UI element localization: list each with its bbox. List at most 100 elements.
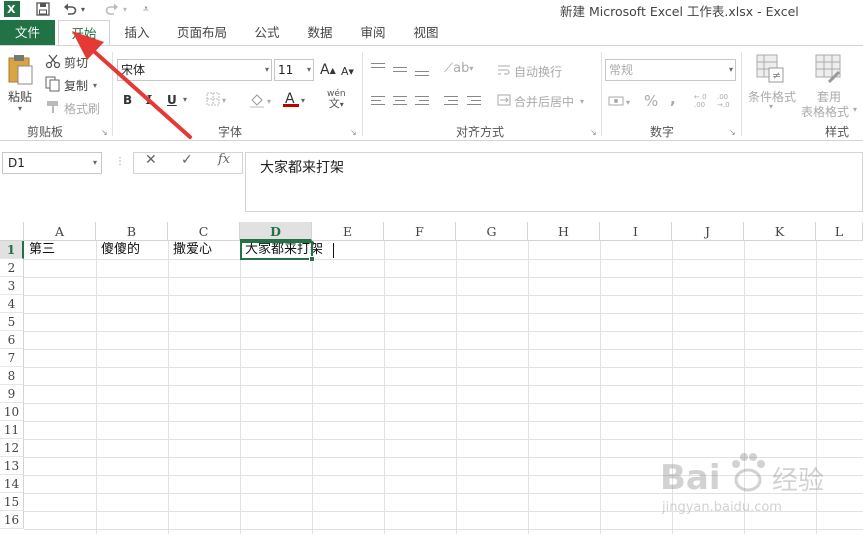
number-launcher-icon[interactable]: ↘ [729, 128, 736, 137]
undo-dropdown-icon[interactable]: ▾ [78, 1, 88, 17]
decrease-indent-icon[interactable] [444, 96, 460, 108]
column-header-K[interactable]: K [744, 222, 816, 241]
column-header-H[interactable]: H [528, 222, 600, 241]
column-header-I[interactable]: I [600, 222, 672, 241]
row-header-9[interactable]: 9 [0, 385, 24, 403]
tab-file[interactable]: 文件 [0, 20, 55, 45]
tab-formulas[interactable]: 公式 [248, 20, 286, 45]
tab-data[interactable]: 数据 [301, 20, 339, 45]
percent-button[interactable]: % [644, 92, 658, 110]
font-name-select[interactable]: 宋体 ▾ [117, 59, 272, 81]
italic-button[interactable]: I [146, 93, 152, 107]
increase-decimal-button[interactable]: ←.0 .00 [694, 93, 712, 109]
column-header-D[interactable]: D [240, 222, 312, 241]
comma-button[interactable]: , [670, 90, 676, 108]
row-header-6[interactable]: 6 [0, 331, 24, 349]
font-size-select[interactable]: 11 ▾ [274, 59, 314, 81]
column-header-J[interactable]: J [672, 222, 744, 241]
copy-dropdown-icon[interactable]: ▾ [93, 81, 97, 90]
wrap-text-button[interactable]: 自动换行 [497, 63, 562, 80]
save-icon[interactable] [34, 1, 52, 17]
fill-handle[interactable] [309, 256, 315, 262]
cancel-icon[interactable]: ✕ [145, 152, 157, 168]
row-header-1[interactable]: 1 [0, 241, 24, 259]
redo-icon[interactable] [104, 1, 120, 17]
underline-dropdown-icon[interactable]: ▾ [183, 95, 187, 104]
row-header-7[interactable]: 7 [0, 349, 24, 367]
tab-page-layout[interactable]: 页面布局 [171, 20, 233, 45]
fill-color-button[interactable]: ▾ [249, 92, 271, 111]
cell-B1[interactable]: 傻傻的 [97, 241, 140, 259]
row-header-2[interactable]: 2 [0, 259, 24, 277]
bold-button[interactable]: B [123, 93, 132, 107]
paste-button[interactable] [6, 54, 34, 89]
row-header-4[interactable]: 4 [0, 295, 24, 313]
row-header-15[interactable]: 15 [0, 493, 24, 511]
align-top-icon[interactable] [371, 63, 387, 71]
merge-center-button[interactable]: 合并后居中 ▾ [497, 93, 584, 110]
borders-button[interactable]: ▾ [206, 92, 226, 109]
cell-A1[interactable]: 第三 [25, 241, 55, 259]
align-left-icon[interactable] [371, 96, 387, 108]
font-launcher-icon[interactable]: ↘ [350, 128, 357, 137]
underline-button[interactable]: U [167, 93, 177, 107]
column-header-B[interactable]: B [96, 222, 168, 241]
format-as-table-line2[interactable]: 表格格式 [801, 103, 849, 120]
select-all-corner[interactable] [0, 222, 24, 241]
row-header-11[interactable]: 11 [0, 421, 24, 439]
shrink-font-icon[interactable]: A ▼ [341, 65, 354, 78]
grow-font-icon[interactable]: A ▲ [320, 62, 336, 78]
conditional-dropdown-icon[interactable]: ▾ [769, 102, 773, 111]
row-header-8[interactable]: 8 [0, 367, 24, 385]
decrease-decimal-button[interactable]: .00 →.0 [717, 93, 735, 109]
clipboard-launcher-icon[interactable]: ↘ [101, 128, 108, 137]
column-header-L[interactable]: L [816, 222, 863, 241]
tab-home[interactable]: 开始 [58, 20, 110, 46]
undo-icon[interactable] [62, 1, 78, 17]
row-header-14[interactable]: 14 [0, 475, 24, 493]
row-header-3[interactable]: 3 [0, 277, 24, 295]
phonetic-button[interactable]: wén 文▾ [327, 90, 346, 110]
row-header-10[interactable]: 10 [0, 403, 24, 421]
cut-button[interactable]: 剪切 [45, 53, 88, 72]
number-format-select[interactable]: 常规 ▾ [605, 59, 736, 81]
accounting-format-button[interactable]: ▾ [608, 94, 630, 111]
column-header-A[interactable]: A [24, 222, 96, 241]
tab-review[interactable]: 审阅 [354, 20, 392, 45]
paste-dropdown-icon[interactable]: ▾ [18, 104, 22, 113]
format-painter-button[interactable]: 格式刷 [45, 99, 100, 118]
wrap-text-icon [497, 63, 511, 80]
name-box[interactable]: D1 ▾ [2, 152, 102, 174]
column-header-F[interactable]: F [384, 222, 456, 241]
table-dropdown-icon[interactable]: ▾ [853, 105, 857, 114]
orientation-icon: ⟋ab [444, 61, 470, 76]
insert-function-icon[interactable]: fx [218, 152, 230, 167]
format-as-table-icon [815, 54, 843, 84]
customize-qat-icon[interactable]: ⩡ [140, 1, 152, 17]
row-header-5[interactable]: 5 [0, 313, 24, 331]
redo-dropdown-icon[interactable]: ▾ [120, 1, 130, 17]
align-bottom-icon[interactable] [415, 71, 431, 79]
baidu-watermark: Bai 经验 jingyan.baidu.com [660, 450, 860, 530]
copy-button[interactable]: 复制 ▾ [45, 76, 97, 95]
alignment-launcher-icon[interactable]: ↘ [590, 128, 597, 137]
column-header-E[interactable]: E [312, 222, 384, 241]
row-header-13[interactable]: 13 [0, 457, 24, 475]
increase-indent-icon[interactable] [467, 96, 483, 108]
tab-view[interactable]: 视图 [407, 20, 445, 45]
orientation-button[interactable]: ⟋ab ▾ [444, 61, 473, 76]
align-center-icon[interactable] [393, 96, 409, 108]
align-middle-icon[interactable] [393, 67, 409, 75]
font-size-value: 11 [278, 63, 294, 77]
formula-input[interactable]: 大家都来打架 [245, 152, 863, 212]
column-header-G[interactable]: G [456, 222, 528, 241]
row-header-16[interactable]: 16 [0, 511, 24, 529]
tab-insert[interactable]: 插入 [118, 20, 156, 45]
cell-C1[interactable]: 撒爱心 [169, 241, 212, 259]
align-right-icon[interactable] [415, 96, 431, 108]
font-color-button[interactable]: A ▾ [283, 90, 305, 111]
grid-vline [600, 241, 601, 534]
column-header-C[interactable]: C [168, 222, 240, 241]
enter-icon[interactable]: ✓ [181, 152, 193, 168]
row-header-12[interactable]: 12 [0, 439, 24, 457]
